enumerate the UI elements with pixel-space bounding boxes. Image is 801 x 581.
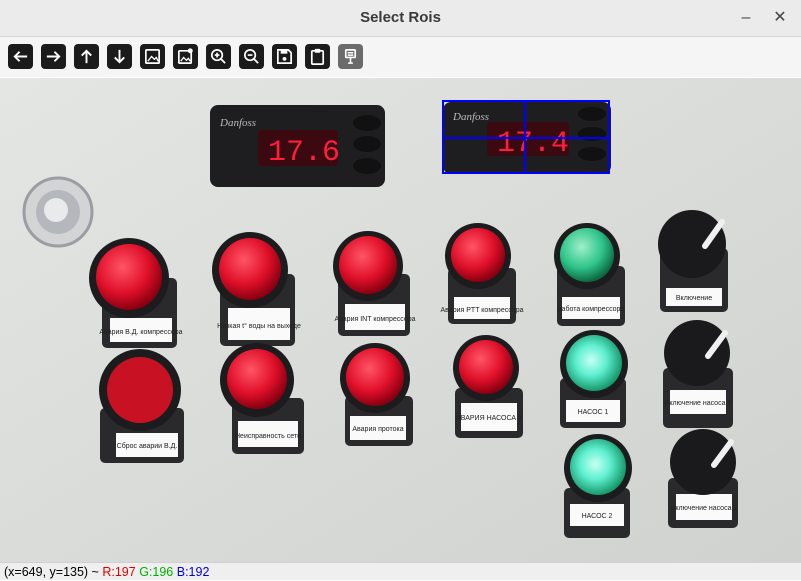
lamp-9: [453, 335, 523, 438]
arrow-right-icon: [46, 51, 61, 62]
controller-2-reading: 17.4: [497, 127, 569, 161]
pixel-green-value: G:196: [139, 565, 174, 579]
clipboard-icon: [310, 48, 325, 65]
label-10: АВАРИЯ НАСОСА 1: [456, 415, 522, 422]
arrow-left-icon: [13, 51, 28, 62]
arrow-down-icon: [114, 49, 125, 64]
label-3: Авария INT компрессора: [334, 316, 415, 323]
pixel-red-value: R:197: [102, 565, 136, 579]
zoom-in-button[interactable]: [206, 44, 231, 69]
pan-down-button[interactable]: [107, 44, 132, 69]
label-5: работа компрессора: [558, 305, 625, 313]
label-2: Низкая t° воды на выходе: [217, 322, 301, 330]
minimize-button[interactable]: –: [734, 6, 758, 30]
label-6: Включение: [676, 295, 712, 302]
properties-button[interactable]: [338, 44, 363, 69]
label-9: Авария протока: [352, 426, 403, 433]
label-11: НАСОС 1: [578, 409, 609, 416]
zoom-out-button[interactable]: [239, 44, 264, 69]
image-options-button[interactable]: [173, 44, 198, 69]
label-13: НАСОС 2: [582, 513, 613, 520]
controller-2-brand: Danfoss: [452, 111, 489, 123]
image-settings-icon: [177, 48, 193, 65]
save-button[interactable]: [272, 44, 297, 69]
label-12: Включение насоса 1: [665, 400, 732, 407]
arrow-up-icon: [81, 49, 92, 64]
image-canvas[interactable]: Danfoss 17.6 Danfoss 17.4 Авария В.Д. ко…: [0, 78, 801, 562]
image-icon: [144, 48, 161, 65]
controller-1: Danfoss 17.6: [210, 105, 385, 187]
zoom-in-icon: [210, 48, 226, 64]
pump-2-lamp: [564, 434, 632, 538]
controller-1-reading: 17.6: [268, 136, 340, 170]
label-8: Неисправность сети: [235, 433, 301, 440]
title-bar: Select Rois – ✕: [0, 0, 801, 37]
zoom-reset-button[interactable]: [140, 44, 165, 69]
label-7: Сброс аварии В.Д.: [117, 442, 178, 450]
save-icon: [276, 48, 293, 65]
toolbar: [0, 37, 801, 77]
window-title: Select Rois: [360, 9, 441, 26]
label-14: Включение насоса 2: [671, 505, 738, 512]
metal-button: [22, 176, 94, 248]
controller-1-brand: Danfoss: [219, 117, 256, 129]
close-button[interactable]: ✕: [768, 6, 792, 30]
label-4: Авария PTT компрессора: [441, 307, 524, 314]
status-bar: (x=649, y=135) ~ R:197 G:196 B:192: [0, 562, 801, 580]
selector-switch-3: [668, 429, 738, 528]
cursor-coords: (x=649, y=135) ~: [4, 565, 99, 579]
properties-icon: [344, 48, 357, 64]
selector-switch-2: [663, 320, 733, 428]
panel-photo: Danfoss 17.6 Danfoss 17.4 Авария В.Д. ко…: [0, 78, 801, 562]
pan-up-button[interactable]: [74, 44, 99, 69]
pan-left-button[interactable]: [8, 44, 33, 69]
zoom-out-icon: [243, 48, 259, 64]
pan-right-button[interactable]: [41, 44, 66, 69]
label-1: Авария В.Д. компрессора: [99, 329, 182, 336]
pixel-blue-value: B:192: [176, 565, 210, 579]
copy-button[interactable]: [305, 44, 330, 69]
